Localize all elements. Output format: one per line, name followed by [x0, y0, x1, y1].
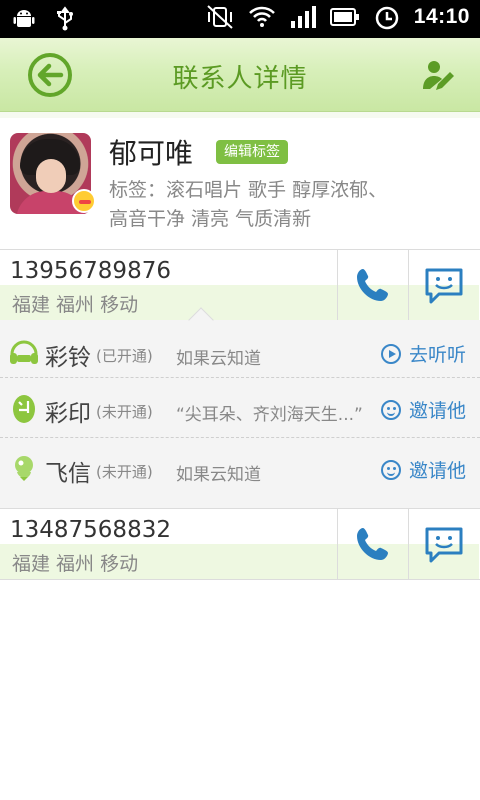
smile-icon [380, 459, 401, 480]
service-desc: “尖耳朵、齐刘海天生...” [176, 405, 363, 425]
battery-icon [329, 8, 359, 26]
music-icon [10, 340, 38, 364]
call-button[interactable] [337, 250, 408, 320]
contact-tags: 标签：滚石唱片 歌手 醇厚浓郁、 高音干净 清亮 气质清新 [109, 176, 469, 234]
alarm-icon [375, 6, 399, 30]
status-time: 14:10 [413, 5, 470, 28]
message-button[interactable] [408, 509, 479, 579]
service-desc: 如果云知道 [176, 349, 261, 369]
phone-location: 福建 福州 移动 [12, 294, 139, 316]
message-icon [425, 527, 463, 563]
phone-row: 13487568832 福建 福州 移动 [0, 508, 480, 580]
play-icon [380, 343, 401, 364]
tags-line-1: 标签：滚石唱片 歌手 醇厚浓郁、 [109, 179, 388, 201]
phone-info[interactable]: 13956789876 福建 福州 移动 [0, 250, 337, 320]
invite-button[interactable]: 邀请他 [380, 456, 466, 483]
signal-icon [290, 6, 316, 28]
service-name: 彩印 [45, 401, 91, 427]
page-title: 联系人详情 [172, 64, 308, 94]
service-item-feixin[interactable]: 飞信 (未开通) 如果云知道 邀请他 [0, 438, 480, 498]
title-bar: 联系人详情 [0, 38, 480, 112]
emoji-badge-icon [72, 189, 96, 213]
call-button[interactable] [337, 509, 408, 579]
service-name: 飞信 [45, 461, 91, 487]
message-button[interactable] [408, 250, 479, 320]
phone-number: 13487568832 [10, 517, 171, 543]
listen-button[interactable]: 去听听 [380, 340, 466, 367]
edit-contact-icon[interactable] [420, 58, 456, 94]
services-panel: 彩铃 (已开通) 如果云知道 去听听 彩印 (未开通) “尖耳朵、齐刘海天生..… [0, 307, 480, 508]
service-status: (未开通) [96, 463, 153, 481]
mute-vibrate-icon [207, 5, 233, 29]
phone-info[interactable]: 13487568832 福建 福州 移动 [0, 509, 337, 579]
invite-button[interactable]: 邀请他 [380, 396, 466, 423]
status-bar: 14:10 [0, 0, 480, 38]
contact-profile: 郁可唯 编辑标签 标签：滚石唱片 歌手 醇厚浓郁、 高音干净 清亮 气质清新 [0, 118, 480, 249]
service-status: (未开通) [96, 403, 153, 421]
message-icon [425, 268, 463, 304]
contact-name: 郁可唯 [109, 137, 194, 170]
usb-icon [57, 6, 73, 31]
service-desc: 如果云知道 [176, 465, 261, 485]
phone-icon [357, 269, 388, 301]
tags-line-2: 高音干净 清亮 气质清新 [109, 208, 312, 230]
fetion-icon [15, 456, 33, 481]
phone-row: 13956789876 福建 福州 移动 [0, 249, 480, 321]
service-name: 彩铃 [45, 345, 91, 371]
wifi-icon [248, 6, 275, 27]
smile-icon [380, 399, 401, 420]
listen-label: 去听听 [408, 344, 466, 366]
phone-location: 福建 福州 移动 [12, 553, 139, 575]
invite-label: 邀请他 [408, 400, 466, 422]
edit-tags-button[interactable]: 编辑标签 [216, 140, 288, 164]
service-item-cailing[interactable]: 彩铃 (已开通) 如果云知道 去听听 [0, 322, 480, 382]
caiyin-icon [13, 395, 35, 423]
phone-icon [357, 528, 388, 560]
invite-label: 邀请他 [408, 460, 466, 482]
phone-number: 13956789876 [10, 258, 171, 284]
service-status: (已开通) [96, 347, 153, 365]
service-item-caiyin[interactable]: 彩印 (未开通) “尖耳朵、齐刘海天生...” 邀请他 [0, 378, 480, 438]
android-debug-icon [13, 10, 35, 27]
